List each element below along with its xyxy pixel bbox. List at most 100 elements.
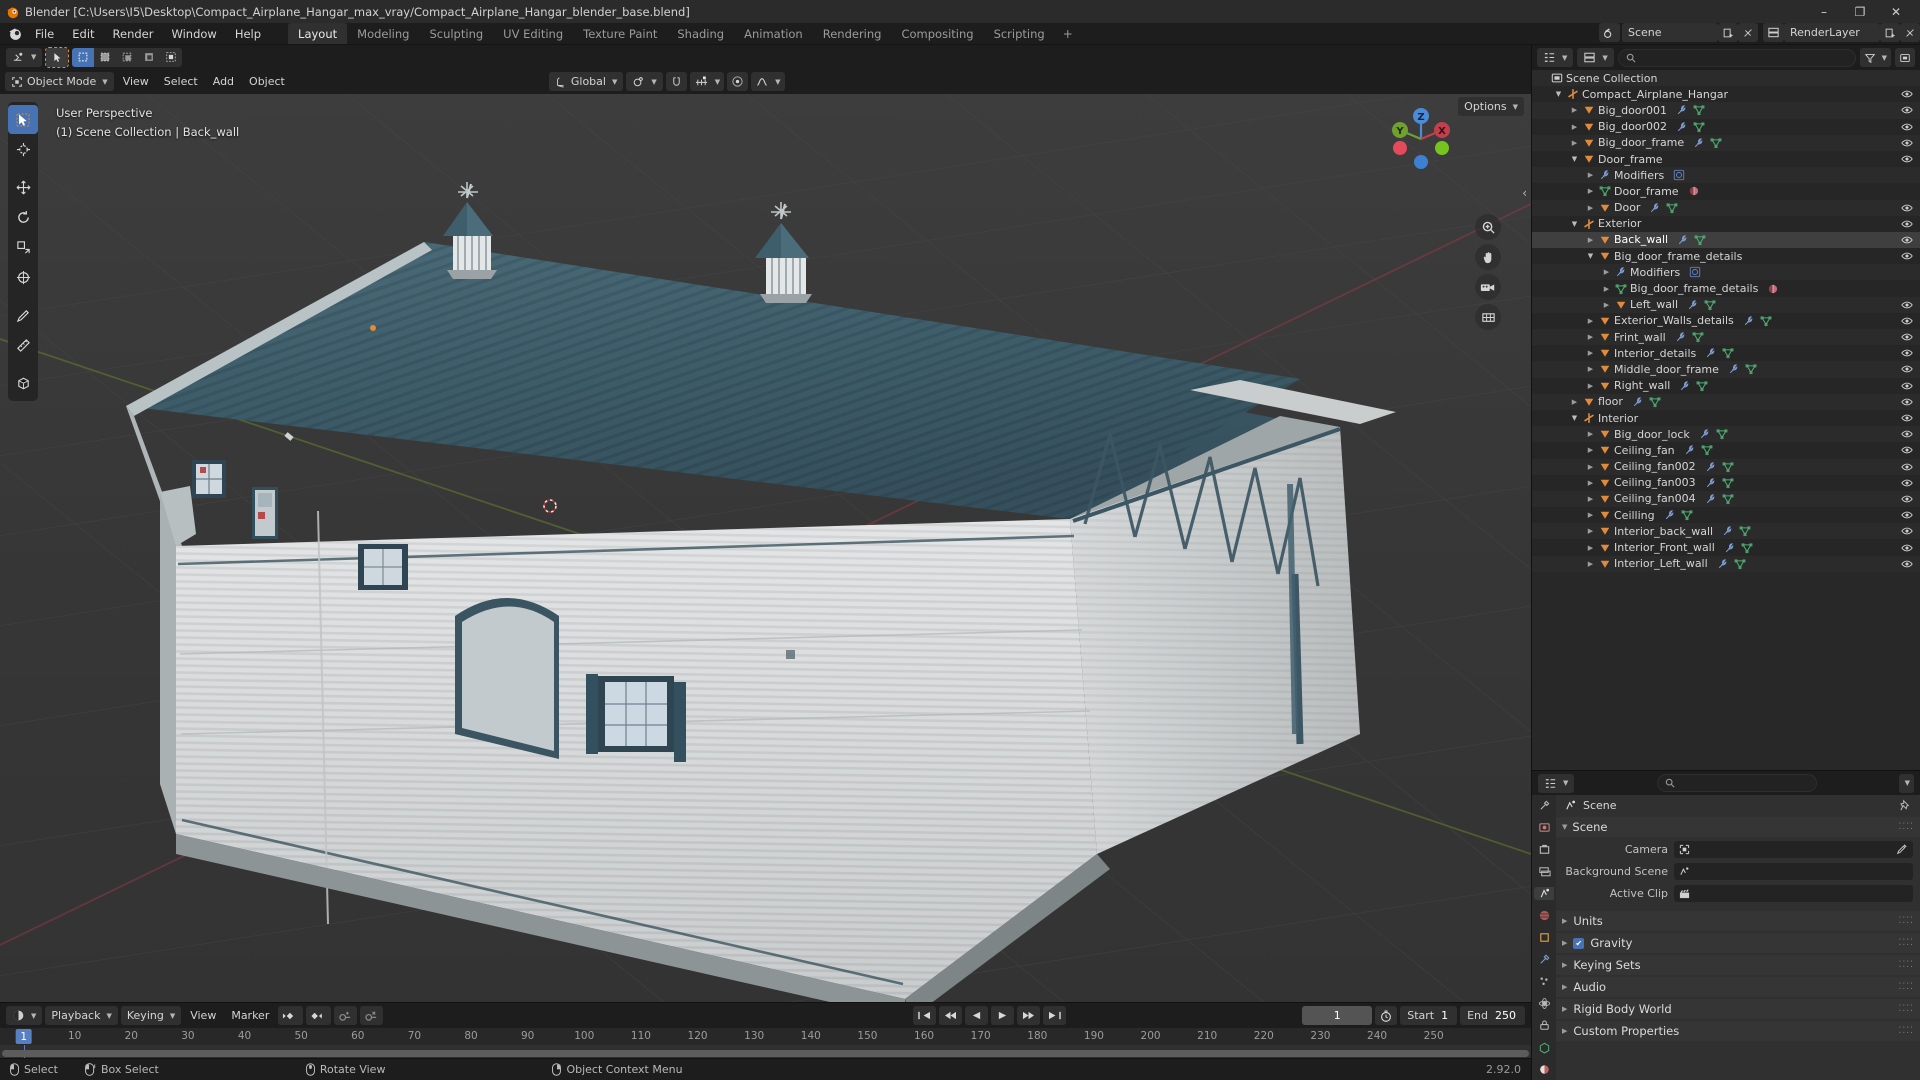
modifier-box-icon[interactable] <box>1673 169 1685 181</box>
panel-drag-handle[interactable]: ⁚⁚⁚⁚ <box>1899 960 1914 970</box>
mesh-icon[interactable] <box>1704 299 1716 311</box>
wrench-icon[interactable] <box>1684 444 1696 456</box>
outliner-row[interactable]: ▼ Big_door_frame_details <box>1532 248 1920 265</box>
wrench-icon[interactable] <box>1677 234 1689 246</box>
mesh-icon[interactable] <box>1649 396 1661 408</box>
outliner-display-mode-selector[interactable]: ▼ <box>1577 48 1614 67</box>
menu-edit[interactable]: Edit <box>63 23 103 44</box>
jump-to-next-keyframe-button[interactable] <box>306 1006 332 1025</box>
camera-field[interactable] <box>1674 840 1913 858</box>
visibility-eye-icon[interactable] <box>1901 396 1913 407</box>
outliner-row[interactable]: ▶ Exterior_Walls_details <box>1532 312 1920 329</box>
wrench-icon[interactable] <box>1676 121 1688 133</box>
active-clip-field[interactable] <box>1674 884 1913 902</box>
visibility-eye-icon[interactable] <box>1901 105 1913 116</box>
visibility-eye-icon[interactable] <box>1901 89 1913 100</box>
chevron-down-icon[interactable]: ▼ <box>1584 252 1597 260</box>
wrench-icon[interactable] <box>1728 363 1740 375</box>
snap-to-selector[interactable]: ▼ <box>689 72 725 91</box>
wrench-icon[interactable] <box>1724 542 1736 554</box>
outliner-row[interactable]: ▼ Door_frame <box>1532 150 1920 168</box>
wrench-icon[interactable] <box>1693 137 1705 149</box>
properties-search-input[interactable] <box>1656 774 1817 792</box>
menu-file[interactable]: File <box>26 23 63 44</box>
editor-type-selector[interactable]: ▼ <box>6 47 43 67</box>
visibility-eye-icon[interactable] <box>1901 315 1913 326</box>
wrench-icon[interactable] <box>1664 509 1676 521</box>
tab-view-layer[interactable] <box>1534 865 1554 878</box>
outliner-row[interactable]: ▶ Interior_Front_wall <box>1532 539 1920 556</box>
new-viewlayer-button[interactable] <box>1880 23 1900 42</box>
material-icon[interactable] <box>1688 185 1700 197</box>
tool-annotate[interactable] <box>8 301 38 330</box>
chevron-right-icon[interactable]: ▶ <box>1584 317 1597 325</box>
tool-move[interactable] <box>8 173 38 202</box>
outliner-row[interactable]: ▶ Ceiling_fan002 <box>1532 458 1920 475</box>
viewlayer-name-field[interactable]: RenderLayer <box>1784 23 1880 42</box>
mesh-icon[interactable] <box>1696 380 1708 392</box>
tab-data[interactable] <box>1534 1041 1554 1054</box>
chevron-right-icon[interactable]: ▶ <box>1600 268 1613 276</box>
outliner-row[interactable]: ▶ Door <box>1532 199 1920 216</box>
tab-physics[interactable] <box>1534 997 1554 1010</box>
jump-to-end-button[interactable] <box>1043 1006 1067 1025</box>
jump-to-start-button[interactable] <box>913 1006 937 1025</box>
tab-modifiers[interactable] <box>1534 953 1554 966</box>
mesh-icon[interactable] <box>1722 461 1734 473</box>
chevron-right-icon[interactable]: ▶ <box>1584 527 1597 535</box>
scene-panel-header[interactable]: ▼ Scene ⁚⁚⁚⁚ <box>1556 817 1920 837</box>
outliner-search-input[interactable] <box>1617 48 1856 67</box>
frame-range-end[interactable]: End 250 <box>1460 1006 1525 1025</box>
new-scene-button[interactable] <box>1718 23 1738 42</box>
outliner-row[interactable]: ▶ Interior_back_wall <box>1532 523 1920 540</box>
pivot-point-selector[interactable]: ▼ <box>626 72 663 91</box>
wrench-icon[interactable] <box>1705 493 1717 505</box>
visibility-eye-icon[interactable] <box>1901 461 1913 472</box>
chevron-right-icon[interactable]: ▶ <box>1568 139 1581 147</box>
chevron-right-icon[interactable]: ▶ <box>1600 285 1613 293</box>
mesh-icon[interactable] <box>1666 202 1678 214</box>
panel-drag-handle[interactable]: ⁚⁚⁚⁚ <box>1899 1026 1914 1036</box>
viewport-options-button[interactable]: Options ▼ <box>1458 97 1524 116</box>
wrench-icon[interactable] <box>1649 202 1661 214</box>
mesh-icon[interactable] <box>1681 509 1693 521</box>
outliner-row[interactable]: ▼ Exterior <box>1532 215 1920 232</box>
jump-to-prev-keyframe-button[interactable] <box>278 1006 304 1025</box>
timeline-menu-playback[interactable]: Playback ▼ <box>45 1006 118 1025</box>
menu-window[interactable]: Window <box>162 23 225 44</box>
visibility-eye-icon[interactable] <box>1901 445 1913 456</box>
properties-options-dropdown[interactable]: ▼ <box>1898 773 1914 793</box>
wrench-icon[interactable] <box>1687 299 1699 311</box>
workspace-tab-scripting[interactable]: Scripting <box>984 23 1055 44</box>
filter-icon[interactable]: ▼ <box>1859 48 1891 67</box>
timeline-scrollbar[interactable] <box>2 1050 1529 1057</box>
visibility-eye-icon[interactable] <box>1901 493 1913 504</box>
chevron-down-icon[interactable]: ▼ <box>1568 155 1581 163</box>
workspace-tab-animation[interactable]: Animation <box>734 23 813 44</box>
background-scene-field[interactable] <box>1674 862 1913 880</box>
select-mode-group[interactable] <box>72 47 183 67</box>
outliner-editor-type-selector[interactable]: ▼ <box>1537 48 1574 67</box>
visibility-eye-icon[interactable] <box>1901 154 1913 165</box>
tab-output[interactable] <box>1534 843 1554 856</box>
object-mode-selector[interactable]: Object Mode ▼ <box>5 72 114 91</box>
timeline-menu-keying[interactable]: Keying ▼ <box>120 1006 182 1025</box>
viewlayer-icon[interactable] <box>1763 23 1784 42</box>
outliner-row[interactable]: ▶ Interior_details <box>1532 345 1920 362</box>
outliner-row[interactable]: ▶ Left_wall <box>1532 296 1920 313</box>
chevron-right-icon[interactable]: ▶ <box>1584 204 1597 212</box>
wrench-icon[interactable] <box>1676 104 1688 116</box>
outliner-row[interactable]: ▶ Big_door002 <box>1532 118 1920 135</box>
wrench-icon[interactable] <box>1675 331 1687 343</box>
visibility-eye-icon[interactable] <box>1901 121 1913 132</box>
blender-menu-icon[interactable] <box>4 23 26 44</box>
outliner-row[interactable]: ▶ floor <box>1532 393 1920 410</box>
panel-drag-handle[interactable]: ⁚⁚⁚⁚ <box>1899 916 1914 926</box>
sidebar-collapse-arrow[interactable]: ‹ <box>1522 186 1527 200</box>
visibility-eye-icon[interactable] <box>1901 332 1913 343</box>
wrench-icon[interactable] <box>1722 525 1734 537</box>
visibility-eye-icon[interactable] <box>1901 526 1913 537</box>
visibility-eye-icon[interactable] <box>1901 364 1913 375</box>
chevron-right-icon[interactable]: ▶ <box>1568 123 1581 131</box>
outliner-row[interactable]: ▶ Frint_wall <box>1532 329 1920 346</box>
